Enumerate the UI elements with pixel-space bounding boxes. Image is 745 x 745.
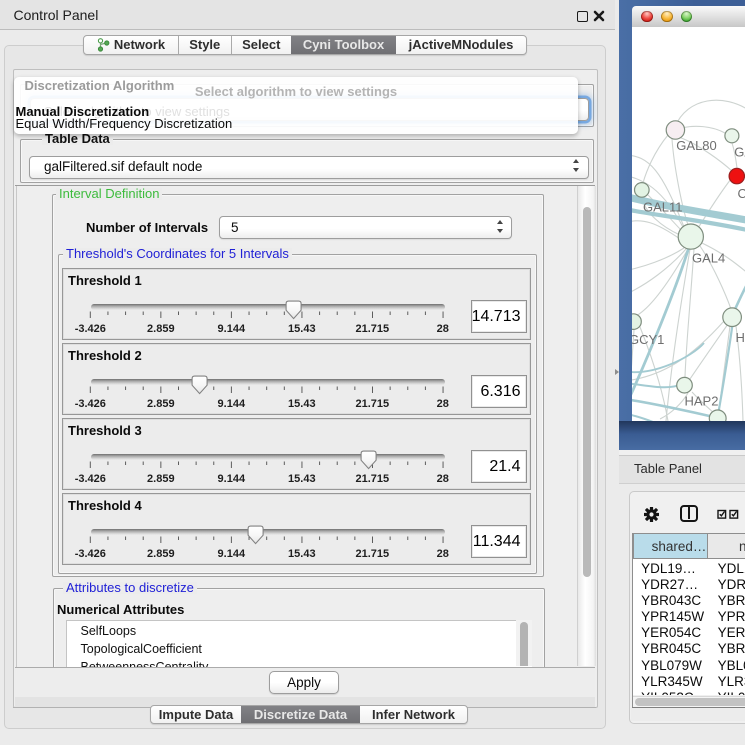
svg-text:GAL80: GAL80 bbox=[676, 138, 716, 153]
svg-text:GAL4: GAL4 bbox=[692, 250, 725, 265]
svg-text:GCY1: GCY1 bbox=[632, 332, 664, 347]
svg-text:HAP2: HAP2 bbox=[684, 394, 718, 409]
svg-text:GAL11: GAL11 bbox=[643, 199, 683, 214]
svg-text:H: H bbox=[735, 330, 744, 345]
svg-text:GA: GA bbox=[734, 144, 745, 159]
svg-text:C: C bbox=[737, 186, 745, 201]
